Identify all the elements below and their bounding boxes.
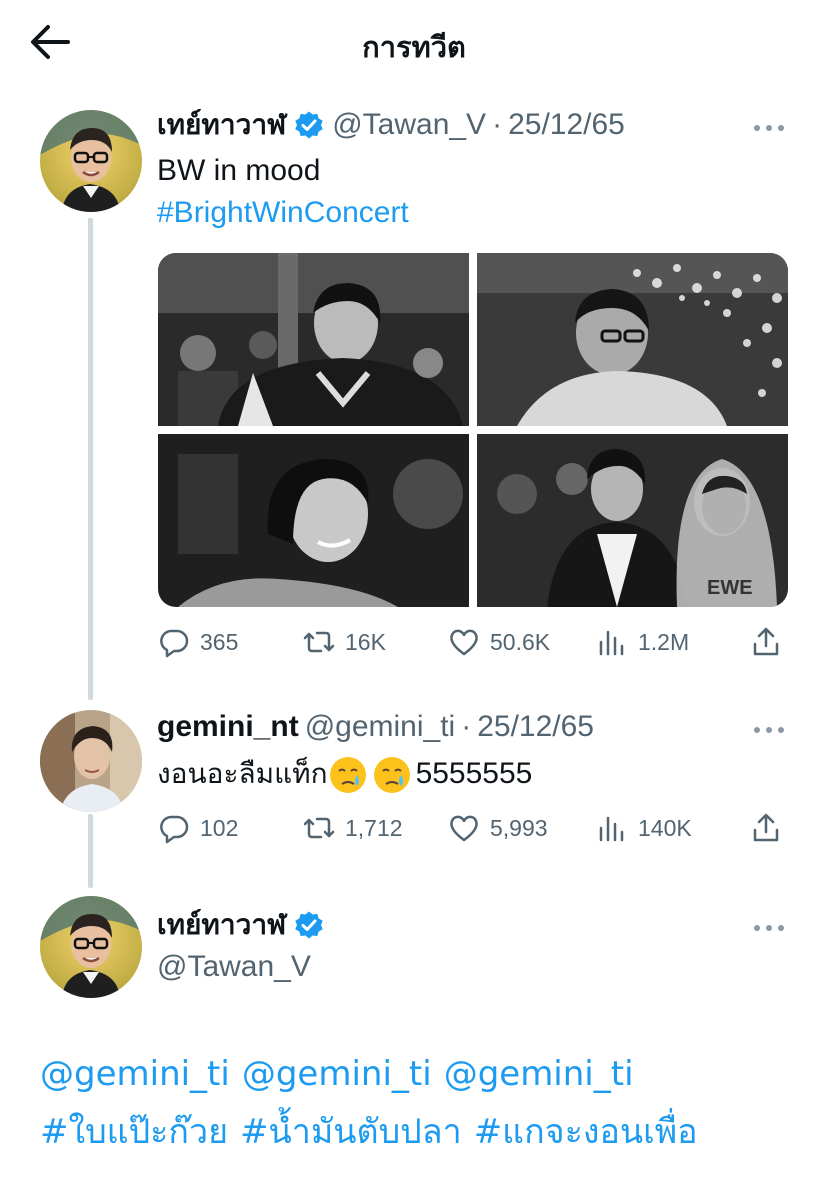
handle[interactable]: @gemini_ti: [305, 709, 456, 745]
avatar[interactable]: [40, 710, 142, 812]
svg-text:EWE: EWE: [707, 577, 753, 599]
separator-dot: ·: [461, 710, 472, 743]
tweet-header: เทย์ทาวาฬ @Tawan_V · 25/12/65: [157, 107, 625, 143]
share-icon: [753, 813, 779, 842]
photo-2[interactable]: [477, 253, 788, 426]
avatar[interactable]: [40, 110, 142, 212]
handle[interactable]: @Tawan_V: [157, 950, 311, 984]
hashtag-link[interactable]: #BrightWinConcert: [157, 196, 409, 230]
timestamp[interactable]: 25/12/65: [477, 709, 594, 745]
display-name[interactable]: เทย์ทาวาฬ: [157, 907, 286, 943]
hashtag-link[interactable]: #ใบแป๊ะก๊วย: [40, 1112, 228, 1152]
views-button[interactable]: 140K: [596, 812, 692, 844]
avatar[interactable]: [40, 896, 142, 998]
crying-face-emoji: [373, 757, 410, 793]
page-title: การทวีต: [362, 30, 466, 64]
timestamp[interactable]: 25/12/65: [508, 107, 625, 143]
more-options-button[interactable]: [752, 720, 786, 740]
verified-badge-icon: [295, 111, 323, 139]
media-grid: EWE: [158, 253, 788, 607]
reply-count: 365: [200, 628, 239, 655]
reply-button[interactable]: 102: [158, 812, 238, 844]
heart-icon: [450, 815, 478, 842]
mention-link[interactable]: @gemini_ti: [444, 1054, 634, 1094]
verified-badge-icon: [295, 911, 323, 939]
views-count: 140K: [638, 814, 692, 841]
tweet-text-body: งอนอะลืมแท็ก: [157, 757, 328, 790]
tweet-text-suffix: 5555555: [415, 757, 533, 790]
tweet-text: งอนอะลืมแท็ก 5555555: [157, 752, 532, 796]
hashtag-link[interactable]: #แกจะงอนเพื่อ: [474, 1112, 698, 1152]
retweet-icon: [303, 631, 335, 653]
reply-icon: [160, 815, 189, 844]
like-button[interactable]: 50.6K: [448, 626, 550, 658]
mentions-line: @gemini_ti @gemini_ti @gemini_ti: [40, 1054, 646, 1094]
tweet-actions: 102 1,712 5,993 140K: [158, 812, 788, 852]
retweet-button[interactable]: 1,712: [303, 812, 403, 844]
photo-4[interactable]: EWE: [477, 434, 788, 607]
like-count: 5,993: [490, 814, 548, 841]
mention-link[interactable]: @gemini_ti: [242, 1054, 432, 1094]
reply-button[interactable]: 365: [158, 626, 238, 658]
share-icon: [753, 627, 779, 656]
tweet-header: เทย์ทาวาฬ: [157, 907, 332, 943]
retweet-count: 16K: [345, 628, 386, 655]
display-name[interactable]: gemini_nt: [157, 709, 299, 745]
photo-3[interactable]: [158, 434, 469, 607]
views-count: 1.2M: [638, 628, 690, 655]
display-name[interactable]: เทย์ทาวาฬ: [157, 107, 286, 143]
share-button[interactable]: [750, 812, 792, 844]
tweet-actions: 365 16K 50.6K 1.2M: [158, 626, 788, 666]
more-options-button[interactable]: [752, 918, 786, 938]
handle[interactable]: @Tawan_V: [332, 107, 486, 143]
share-button[interactable]: [750, 626, 792, 658]
hashtags-line: #ใบแป๊ะก๊วย #น้ำมันตับปลา #แกจะงอนเพื่อ: [40, 1104, 710, 1158]
heart-icon: [450, 629, 478, 656]
retweet-button[interactable]: 16K: [303, 626, 386, 658]
thread-connector-line: [88, 218, 93, 700]
reply-count: 102: [200, 814, 239, 841]
tweet-text: BW in mood: [157, 154, 321, 187]
separator-dot: ·: [492, 108, 503, 141]
thread-connector-line: [88, 814, 93, 888]
views-bar-icon: [599, 630, 624, 656]
retweet-icon: [303, 817, 335, 839]
views-bar-icon: [599, 816, 624, 842]
reply-icon: [160, 629, 189, 658]
like-count: 50.6K: [490, 628, 551, 655]
hashtag-link[interactable]: #น้ำมันตับปลา: [240, 1112, 462, 1152]
views-button[interactable]: 1.2M: [596, 626, 689, 658]
crying-face-emoji: [329, 757, 366, 793]
retweet-count: 1,712: [345, 814, 403, 841]
tweet-thread-page: การทวีต เทย์ทาวาฬ @Tawan_V · 25/12/65 BW…: [0, 0, 828, 1185]
mention-link[interactable]: @gemini_ti: [40, 1054, 230, 1094]
tweet-header: gemini_nt @gemini_ti · 25/12/65: [157, 709, 594, 745]
top-bar: การทวีต: [0, 0, 828, 86]
like-button[interactable]: 5,993: [448, 812, 548, 844]
photo-1[interactable]: [158, 253, 469, 426]
more-options-button[interactable]: [752, 118, 786, 138]
